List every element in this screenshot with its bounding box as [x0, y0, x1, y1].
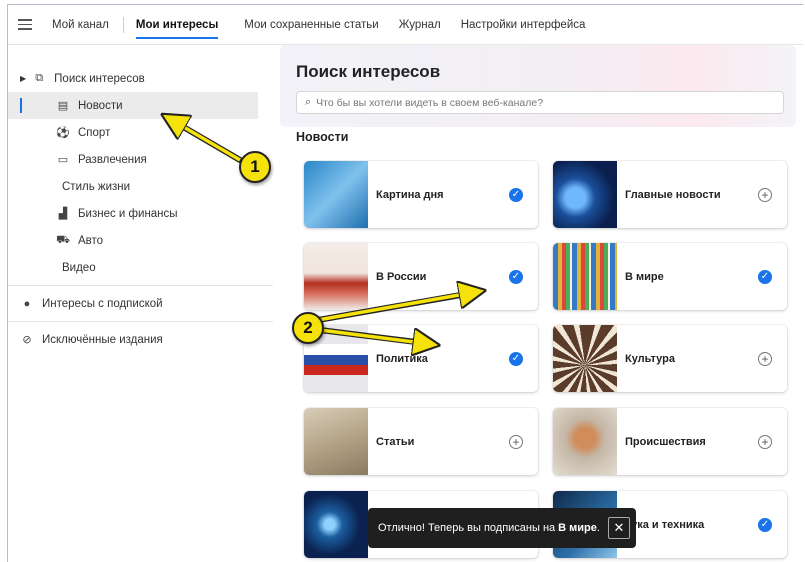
plus-icon[interactable]: + — [758, 351, 772, 366]
sidebar-item-label: Поиск интересов — [54, 72, 145, 85]
sidebar-item-label: Стиль жизни — [62, 180, 131, 193]
tv-icon: ▭ — [57, 154, 69, 166]
nav-interface-settings[interactable]: Настройки интерфейса — [461, 19, 586, 31]
interest-card[interactable]: В мире ✓ — [553, 243, 787, 310]
top-navigation: Мой канал Мои интересы Мои сохраненные с… — [8, 5, 803, 45]
hamburger-menu-icon[interactable] — [18, 19, 32, 30]
card-label: Политика — [376, 352, 428, 365]
newspaper-icon: ▤ — [57, 100, 69, 112]
sidebar-item-subscribed[interactable]: ● Интересы с подпиской — [8, 290, 273, 317]
sidebar-item-label: Спорт — [78, 126, 111, 139]
sidebar-item-label: Развлечения — [78, 153, 147, 166]
chart-icon: ▟ — [58, 208, 68, 220]
nav-my-interests[interactable]: Мои интересы — [135, 19, 219, 39]
interest-card[interactable]: В России ✓ — [304, 243, 538, 310]
page-title: Поиск интересов — [296, 62, 441, 81]
sidebar-item-label: Интересы с подпиской — [42, 297, 163, 310]
nav-my-feed[interactable]: Мой канал — [52, 19, 109, 31]
toast-period: . — [596, 522, 600, 534]
checkmark-icon[interactable]: ✓ — [509, 351, 523, 366]
sidebar-item-auto[interactable]: ⛟ Авто — [8, 227, 273, 254]
toast-text: Отлично! Теперь вы подписаны на — [378, 522, 556, 534]
nav-saved-articles[interactable]: Мои сохраненные статьи — [244, 19, 378, 31]
card-thumbnail — [304, 408, 368, 475]
block-icon: ⊘ — [22, 334, 32, 346]
search-input[interactable]: ⌕ Что бы вы хотели видеть в своем веб-ка… — [296, 91, 784, 114]
plus-icon[interactable]: + — [758, 187, 772, 202]
search-icon: ⌕ — [305, 96, 312, 108]
card-thumbnail — [304, 491, 368, 558]
ball-icon: ⚽ — [56, 127, 70, 139]
card-label: аука и техника — [625, 518, 705, 531]
sidebar-item-label: Бизнес и финансы — [78, 207, 178, 220]
interest-card[interactable]: Происшествия + — [553, 408, 787, 475]
sidebar-item-entertainment[interactable]: ▭ Развлечения — [8, 146, 273, 173]
card-label: В России — [376, 270, 427, 283]
card-thumbnail — [553, 161, 617, 228]
annotation-badge-1: 1 — [239, 151, 271, 183]
checkmark-icon[interactable]: ✓ — [758, 517, 772, 532]
sidebar-divider — [8, 285, 273, 286]
interest-card[interactable]: Политика ✓ — [304, 325, 538, 392]
card-thumbnail — [304, 243, 368, 310]
card-thumbnail — [304, 161, 368, 228]
card-label: Статьи — [376, 435, 415, 448]
card-thumbnail — [553, 408, 617, 475]
interests-icon: ⧉ — [35, 72, 44, 84]
sidebar-item-label: Исключённые издания — [42, 333, 163, 346]
plus-icon[interactable]: + — [509, 434, 523, 449]
card-label: Происшествия — [625, 435, 706, 448]
card-label: Картина дня — [376, 188, 444, 201]
sidebar-item-business[interactable]: ▟ Бизнес и финансы — [8, 200, 273, 227]
sidebar-item-lifestyle[interactable]: Стиль жизни — [8, 173, 273, 200]
search-placeholder: Что бы вы хотели видеть в своем веб-кана… — [316, 96, 544, 109]
toast-topic: В мире — [558, 522, 597, 534]
plus-icon[interactable]: + — [758, 434, 772, 449]
caret-right-icon: ▶ — [20, 74, 27, 83]
toast-notification: Отлично! Теперь вы подписаны на В мире. … — [368, 508, 636, 548]
sidebar-item-news[interactable]: ▤ Новости — [8, 92, 258, 119]
sidebar-item-label: Новости — [78, 99, 123, 112]
check-circle-icon: ● — [23, 297, 31, 310]
interest-card[interactable]: Картина дня ✓ — [304, 161, 538, 228]
sidebar-item-excluded[interactable]: ⊘ Исключённые издания — [8, 326, 273, 353]
interest-card[interactable]: Главные новости + — [553, 161, 787, 228]
sidebar-item-sport[interactable]: ⚽ Спорт — [8, 119, 273, 146]
nav-divider — [122, 16, 124, 33]
interest-card[interactable]: Статьи + — [304, 408, 538, 475]
card-thumbnail — [553, 325, 617, 392]
car-icon: ⛟ — [56, 233, 70, 246]
sidebar-item-video[interactable]: Видео — [8, 254, 273, 281]
sidebar-item-label: Видео — [62, 261, 96, 274]
sidebar-divider — [8, 321, 273, 322]
annotation-badge-2: 2 — [292, 312, 324, 344]
interest-card[interactable]: Культура + — [553, 325, 787, 392]
card-label: Главные новости — [625, 188, 721, 201]
header-banner — [280, 45, 796, 127]
checkmark-icon[interactable]: ✓ — [509, 269, 523, 284]
section-title: Новости — [296, 130, 349, 144]
checkmark-icon[interactable]: ✓ — [509, 187, 523, 202]
card-label: В мире — [625, 270, 664, 283]
card-thumbnail — [553, 243, 617, 310]
sidebar-item-label: Авто — [78, 234, 104, 247]
sidebar-item-discover[interactable]: ▶ ⧉ Поиск интересов — [8, 65, 273, 92]
checkmark-icon[interactable]: ✓ — [758, 269, 772, 284]
close-icon[interactable]: ✕ — [607, 517, 630, 539]
sidebar: ▶ ⧉ Поиск интересов ▤ Новости ⚽ Спорт ▭ … — [8, 65, 273, 353]
card-label: Культура — [625, 352, 675, 365]
nav-history[interactable]: Журнал — [399, 19, 441, 31]
